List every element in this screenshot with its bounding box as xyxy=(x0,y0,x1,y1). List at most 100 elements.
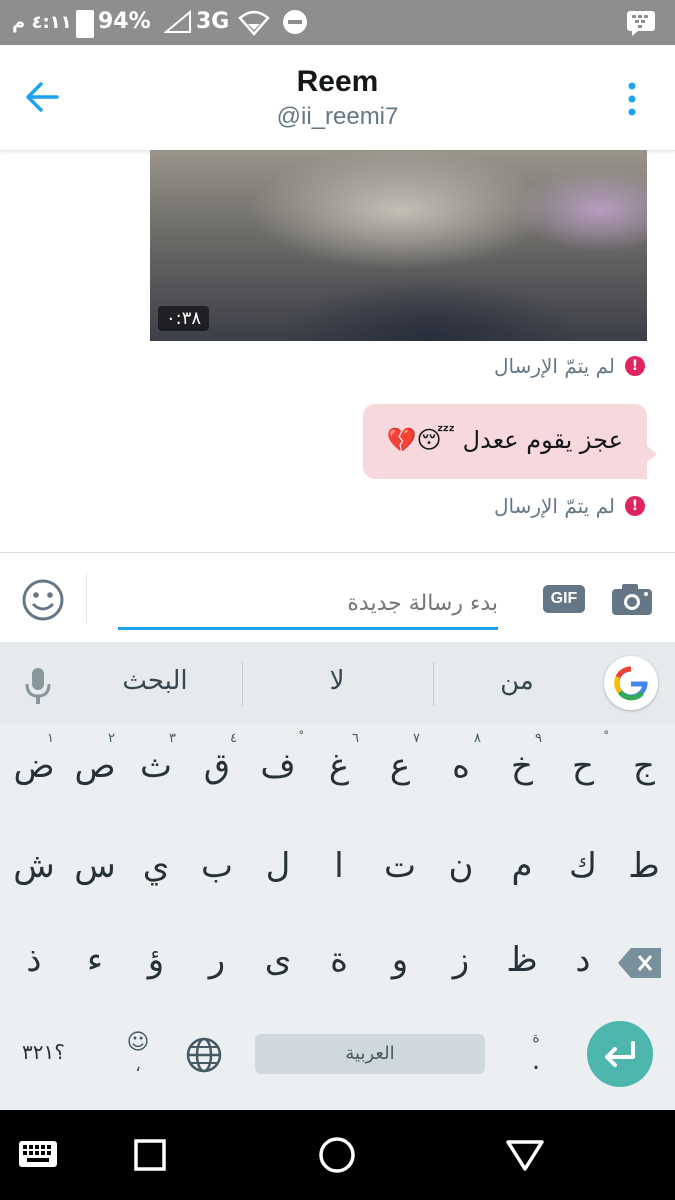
key[interactable]: ظ xyxy=(492,940,552,980)
key[interactable]: ْف xyxy=(248,746,308,786)
arabic-keyboard: ١ض٢ص٣ث٤قْف٦غ٧ع٨ه٩خْحج شسيبلاتنمكط ذءؤرىة… xyxy=(0,724,675,1110)
key-label: ق xyxy=(203,746,231,786)
key[interactable]: ٦غ xyxy=(309,732,369,787)
microphone-icon[interactable] xyxy=(24,666,52,706)
key[interactable]: س xyxy=(65,846,125,886)
key[interactable]: ذ xyxy=(4,940,64,980)
key[interactable]: ج xyxy=(614,746,674,786)
message-text: عجز يقوم ععدل 😴💔 xyxy=(386,426,623,454)
google-g-icon xyxy=(614,666,648,701)
key[interactable]: ن xyxy=(431,846,491,886)
signal-icon xyxy=(164,10,191,33)
key[interactable]: و xyxy=(370,940,430,980)
send-failed-status[interactable]: ! لم يتمّ الإرسال xyxy=(494,354,645,378)
key[interactable]: ت xyxy=(370,846,430,886)
suggestion-item[interactable]: من xyxy=(442,666,592,696)
comma-hint: ، xyxy=(135,1055,141,1076)
recents-icon[interactable] xyxy=(133,1138,167,1172)
space-bar[interactable]: العربية xyxy=(255,1034,485,1074)
key-hint: ٩ xyxy=(535,731,542,746)
key-label: ع xyxy=(389,746,411,786)
key[interactable]: ى xyxy=(248,940,308,980)
do-not-disturb-icon xyxy=(283,10,307,34)
message-composer: GIF xyxy=(0,552,675,643)
key-hint: ٧ xyxy=(413,731,420,746)
keyboard-switch-icon[interactable] xyxy=(18,1140,58,1170)
key[interactable]: ش xyxy=(4,846,64,886)
key-label: ه xyxy=(452,746,470,786)
back-nav-icon[interactable] xyxy=(505,1138,545,1172)
error-icon: ! xyxy=(625,496,645,516)
key-label: خ xyxy=(511,746,533,786)
key-hint: ٦ xyxy=(352,731,359,746)
conversation-handle[interactable]: @ii_reemi7 xyxy=(0,103,675,131)
smiley-icon: ☺ xyxy=(126,1030,150,1055)
key[interactable]: ٩خ xyxy=(492,732,552,787)
key[interactable]: ل xyxy=(248,846,308,886)
text-message-bubble[interactable]: عجز يقوم ععدل 😴💔 xyxy=(363,404,657,479)
key[interactable]: ا xyxy=(309,846,369,886)
key-label: ض xyxy=(13,746,55,786)
status-bar: ٤:١١ م 94% 3G xyxy=(0,0,675,45)
emoji-key[interactable]: ☺ ، xyxy=(124,1030,152,1076)
conversation-title[interactable]: Reem xyxy=(0,65,675,99)
key[interactable]: ء xyxy=(65,940,125,980)
key[interactable]: ٢ص xyxy=(65,732,125,787)
error-icon: ! xyxy=(625,356,645,376)
video-duration: ٠:٣٨ xyxy=(158,306,210,331)
key[interactable]: د xyxy=(553,940,613,980)
key[interactable]: ٣ث xyxy=(126,732,186,787)
key-label: ص xyxy=(74,746,116,786)
emoji-icon[interactable] xyxy=(21,578,65,622)
message-input[interactable] xyxy=(118,579,498,630)
battery-level: 94% xyxy=(98,9,151,34)
send-failed-text: لم يتمّ الإرسال xyxy=(493,494,615,518)
more-options-icon[interactable] xyxy=(625,81,639,117)
key-hint: ٤ xyxy=(230,731,237,746)
battery-icon xyxy=(76,10,94,38)
key[interactable]: ْح xyxy=(553,746,613,786)
send-failed-text: لم يتمّ الإرسال xyxy=(493,354,615,378)
period-hint: ة xyxy=(532,1030,540,1046)
key[interactable]: ز xyxy=(431,940,491,980)
video-message[interactable]: ٠:٣٨ xyxy=(150,150,647,341)
key-hint: ٣ xyxy=(169,731,176,746)
bbm-notification-icon xyxy=(627,11,655,36)
enter-arrow-icon xyxy=(605,1041,635,1067)
key-label: غ xyxy=(328,746,350,786)
gif-button[interactable]: GIF xyxy=(543,585,585,613)
suggestion-divider xyxy=(242,662,243,706)
suggestion-item[interactable]: لا xyxy=(262,666,412,696)
globe-icon[interactable] xyxy=(185,1036,223,1074)
key[interactable]: ٧ع xyxy=(370,732,430,787)
backspace-icon[interactable] xyxy=(617,946,663,980)
google-search-button[interactable] xyxy=(604,656,658,710)
camera-icon[interactable] xyxy=(610,581,654,617)
home-icon[interactable] xyxy=(318,1136,356,1174)
conversation-header: Reem @ii_reemi7 xyxy=(0,45,675,151)
key[interactable]: ؤ xyxy=(126,940,186,980)
key[interactable]: ي xyxy=(126,846,186,886)
key[interactable]: ط xyxy=(614,846,674,886)
key[interactable]: ك xyxy=(553,846,613,886)
key[interactable]: ب xyxy=(187,846,247,886)
composer-divider xyxy=(86,573,87,623)
key[interactable]: م xyxy=(492,846,552,886)
clock: ٤:١١ م xyxy=(12,12,72,33)
suggestion-divider xyxy=(433,662,434,706)
send-failed-status[interactable]: ! لم يتمّ الإرسال xyxy=(494,494,645,518)
wifi-icon xyxy=(238,10,270,36)
key-hint: ١ xyxy=(47,731,54,746)
numbers-key[interactable]: ؟٣٢١ xyxy=(22,1040,65,1064)
key[interactable]: ١ض xyxy=(4,732,64,787)
key[interactable]: ة xyxy=(309,940,369,980)
key[interactable]: ٨ه xyxy=(431,732,491,787)
enter-key[interactable] xyxy=(587,1021,653,1087)
key-hint: ٨ xyxy=(474,731,481,746)
period-key[interactable]: ة . xyxy=(526,1030,546,1076)
android-navigation-bar xyxy=(0,1110,675,1200)
suggestion-item[interactable]: البحث xyxy=(80,666,230,696)
keyboard-suggestion-bar: البحث لا من xyxy=(0,642,675,724)
key[interactable]: ٤ق xyxy=(187,732,247,787)
key[interactable]: ر xyxy=(187,940,247,980)
